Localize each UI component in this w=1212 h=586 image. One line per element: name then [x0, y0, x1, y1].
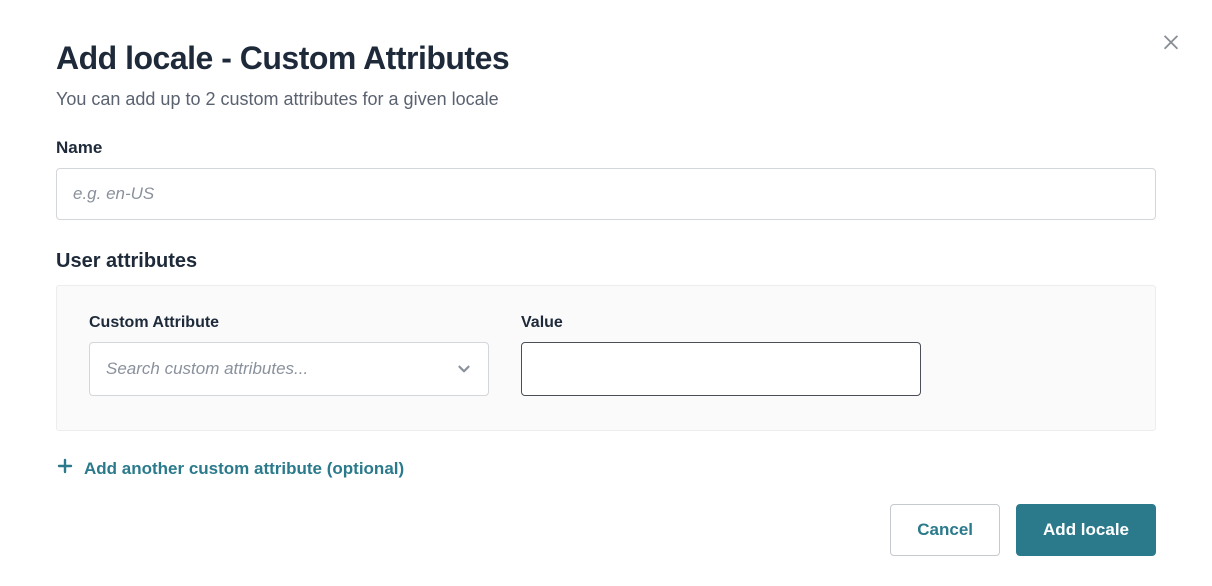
- custom-attribute-column: Custom Attribute: [89, 314, 489, 396]
- name-label: Name: [56, 138, 1156, 158]
- user-attributes-heading: User attributes: [56, 250, 1156, 273]
- modal-subtitle: You can add up to 2 custom attributes fo…: [56, 89, 1156, 110]
- value-input[interactable]: [521, 342, 921, 396]
- value-label: Value: [521, 314, 921, 332]
- close-button[interactable]: [1160, 30, 1182, 57]
- plus-icon: [56, 457, 74, 480]
- custom-attribute-input[interactable]: [89, 342, 489, 396]
- modal-footer: Cancel Add locale: [56, 504, 1156, 556]
- user-attributes-panel: Custom Attribute Value: [56, 285, 1156, 431]
- add-locale-modal: Add locale - Custom Attributes You can a…: [0, 0, 1212, 586]
- custom-attribute-label: Custom Attribute: [89, 314, 489, 332]
- name-input[interactable]: [56, 168, 1156, 220]
- attribute-row: Custom Attribute Value: [89, 314, 1123, 396]
- add-attribute-label: Add another custom attribute (optional): [84, 459, 404, 479]
- modal-title: Add locale - Custom Attributes: [56, 40, 1156, 77]
- close-icon: [1160, 39, 1182, 56]
- custom-attribute-select[interactable]: [89, 342, 489, 396]
- value-column: Value: [521, 314, 921, 396]
- add-attribute-link[interactable]: Add another custom attribute (optional): [56, 457, 404, 480]
- cancel-button[interactable]: Cancel: [890, 504, 1000, 556]
- add-locale-button[interactable]: Add locale: [1016, 504, 1156, 556]
